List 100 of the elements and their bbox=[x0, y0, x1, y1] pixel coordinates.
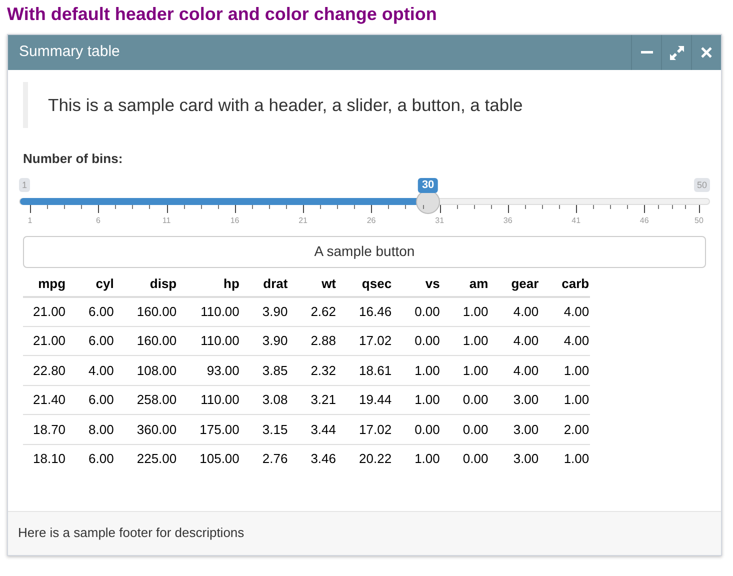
value-label: 30 bbox=[418, 178, 438, 192]
table-cell: 1.00 bbox=[540, 356, 590, 385]
table-cell: 4.00 bbox=[66, 356, 115, 385]
column-header: carb bbox=[540, 270, 590, 296]
tick-label: 50 bbox=[694, 214, 704, 226]
table-cell: 6.00 bbox=[66, 326, 115, 356]
tick-label: 21 bbox=[298, 214, 308, 226]
table-cell: 21.00 bbox=[23, 296, 67, 326]
slider-label: Number of bins: bbox=[23, 150, 124, 168]
table-cell: 2.88 bbox=[288, 326, 338, 356]
table-cell: 3.46 bbox=[288, 444, 338, 474]
table-cell: 3.90 bbox=[240, 296, 289, 326]
table-cell: 21.00 bbox=[23, 326, 67, 356]
tick-label: 6 bbox=[96, 214, 100, 226]
column-header: wt bbox=[288, 270, 338, 296]
table-cell: 18.70 bbox=[23, 414, 67, 444]
tick-label: 36 bbox=[503, 214, 512, 226]
min-label: 1 bbox=[19, 178, 30, 192]
table-cell: 19.44 bbox=[337, 385, 393, 414]
table-cell: 258.00 bbox=[114, 385, 178, 414]
table-cell: 3.00 bbox=[489, 385, 540, 414]
table-cell: 3.00 bbox=[489, 444, 540, 474]
table-cell: 0.00 bbox=[392, 414, 441, 444]
table-cell: 0.00 bbox=[392, 296, 441, 326]
close-icon bbox=[701, 47, 712, 58]
page-heading: With default header color and color change option bbox=[7, 3, 438, 25]
tick-label: 11 bbox=[162, 214, 171, 226]
column-header: qsec bbox=[337, 270, 393, 296]
table-cell: 3.90 bbox=[240, 326, 289, 356]
tick-label: 31 bbox=[435, 214, 444, 226]
column-header: disp bbox=[114, 270, 178, 296]
table-cell: 1.00 bbox=[392, 356, 441, 385]
table-cell: 1.00 bbox=[440, 296, 490, 326]
table-cell: 3.21 bbox=[288, 385, 338, 414]
table-cell: 3.85 bbox=[240, 356, 289, 385]
table-cell: 175.00 bbox=[178, 414, 240, 444]
table-cell: 6.00 bbox=[66, 444, 115, 474]
table-cell: 1.00 bbox=[540, 444, 590, 474]
table-cell: 0.00 bbox=[392, 326, 441, 356]
table-cell: 110.00 bbox=[178, 385, 240, 414]
table-cell: 22.80 bbox=[23, 356, 67, 385]
table-cell: 1.00 bbox=[392, 385, 441, 414]
table-cell: 17.02 bbox=[337, 326, 393, 356]
table-cell: 4.00 bbox=[540, 326, 590, 356]
max-label: 50 bbox=[694, 178, 710, 192]
table-cell: 2.00 bbox=[540, 414, 590, 444]
table-cell: 108.00 bbox=[114, 356, 178, 385]
table-cell: 360.00 bbox=[114, 414, 178, 444]
table-cell: 18.61 bbox=[337, 356, 393, 385]
tick-label: 41 bbox=[572, 214, 581, 226]
card-footer: Here is a sample footer for descriptions bbox=[8, 510, 721, 554]
table-cell: 21.40 bbox=[23, 385, 67, 414]
table-cell: 18.10 bbox=[23, 444, 67, 474]
table-cell: 93.00 bbox=[178, 356, 240, 385]
table-cell: 17.02 bbox=[337, 414, 393, 444]
table-cell: 105.00 bbox=[178, 444, 240, 474]
table-cell: 4.00 bbox=[489, 296, 540, 326]
table-cell: 110.00 bbox=[178, 296, 240, 326]
tick-label: 16 bbox=[230, 214, 240, 226]
table-cell: 4.00 bbox=[540, 296, 590, 326]
column-header: am bbox=[440, 270, 490, 296]
table-cell: 3.44 bbox=[288, 414, 338, 444]
table-cell: 0.00 bbox=[440, 444, 490, 474]
column-header: drat bbox=[240, 270, 289, 296]
table-cell: 3.15 bbox=[240, 414, 289, 444]
table-cell: 4.00 bbox=[489, 356, 540, 385]
table-cell: 1.00 bbox=[540, 385, 590, 414]
table-cell: 8.00 bbox=[66, 414, 115, 444]
table-cell: 3.08 bbox=[240, 385, 289, 414]
table-cell: 4.00 bbox=[489, 326, 540, 356]
table-cell: 16.46 bbox=[337, 296, 393, 326]
table-cell: 6.00 bbox=[66, 385, 115, 414]
table-cell: 2.62 bbox=[288, 296, 338, 326]
table-cell: 160.00 bbox=[114, 326, 178, 356]
table-cell: 225.00 bbox=[114, 444, 178, 474]
column-header: hp bbox=[178, 270, 240, 296]
column-header: vs bbox=[392, 270, 441, 296]
table-cell: 3.00 bbox=[489, 414, 540, 444]
column-header: gear bbox=[489, 270, 540, 296]
table-cell: 1.00 bbox=[440, 356, 490, 385]
table-cell: 1.00 bbox=[392, 444, 441, 474]
tick-label: 1 bbox=[28, 214, 32, 226]
tick-label: 46 bbox=[640, 214, 649, 226]
column-header: cyl bbox=[66, 270, 115, 296]
table-cell: 0.00 bbox=[440, 414, 490, 444]
tick-label: 26 bbox=[366, 214, 376, 226]
table-cell: 1.00 bbox=[440, 326, 490, 356]
table-cell: 20.22 bbox=[337, 444, 393, 474]
column-header: mpg bbox=[23, 270, 67, 296]
table-cell: 2.76 bbox=[240, 444, 289, 474]
table-cell: 160.00 bbox=[114, 296, 178, 326]
sample-button[interactable]: A sample button bbox=[23, 236, 706, 268]
table-cell: 2.32 bbox=[288, 356, 338, 385]
card-title: Summary table bbox=[18, 42, 121, 62]
table-cell: 0.00 bbox=[440, 385, 490, 414]
expand-icon bbox=[670, 46, 684, 60]
table-cell: 110.00 bbox=[178, 326, 240, 356]
minimize-icon bbox=[640, 51, 652, 54]
quote-text: This is a sample card with a header, a slider, a button, a table bbox=[23, 82, 706, 128]
table-cell: 6.00 bbox=[66, 296, 115, 326]
